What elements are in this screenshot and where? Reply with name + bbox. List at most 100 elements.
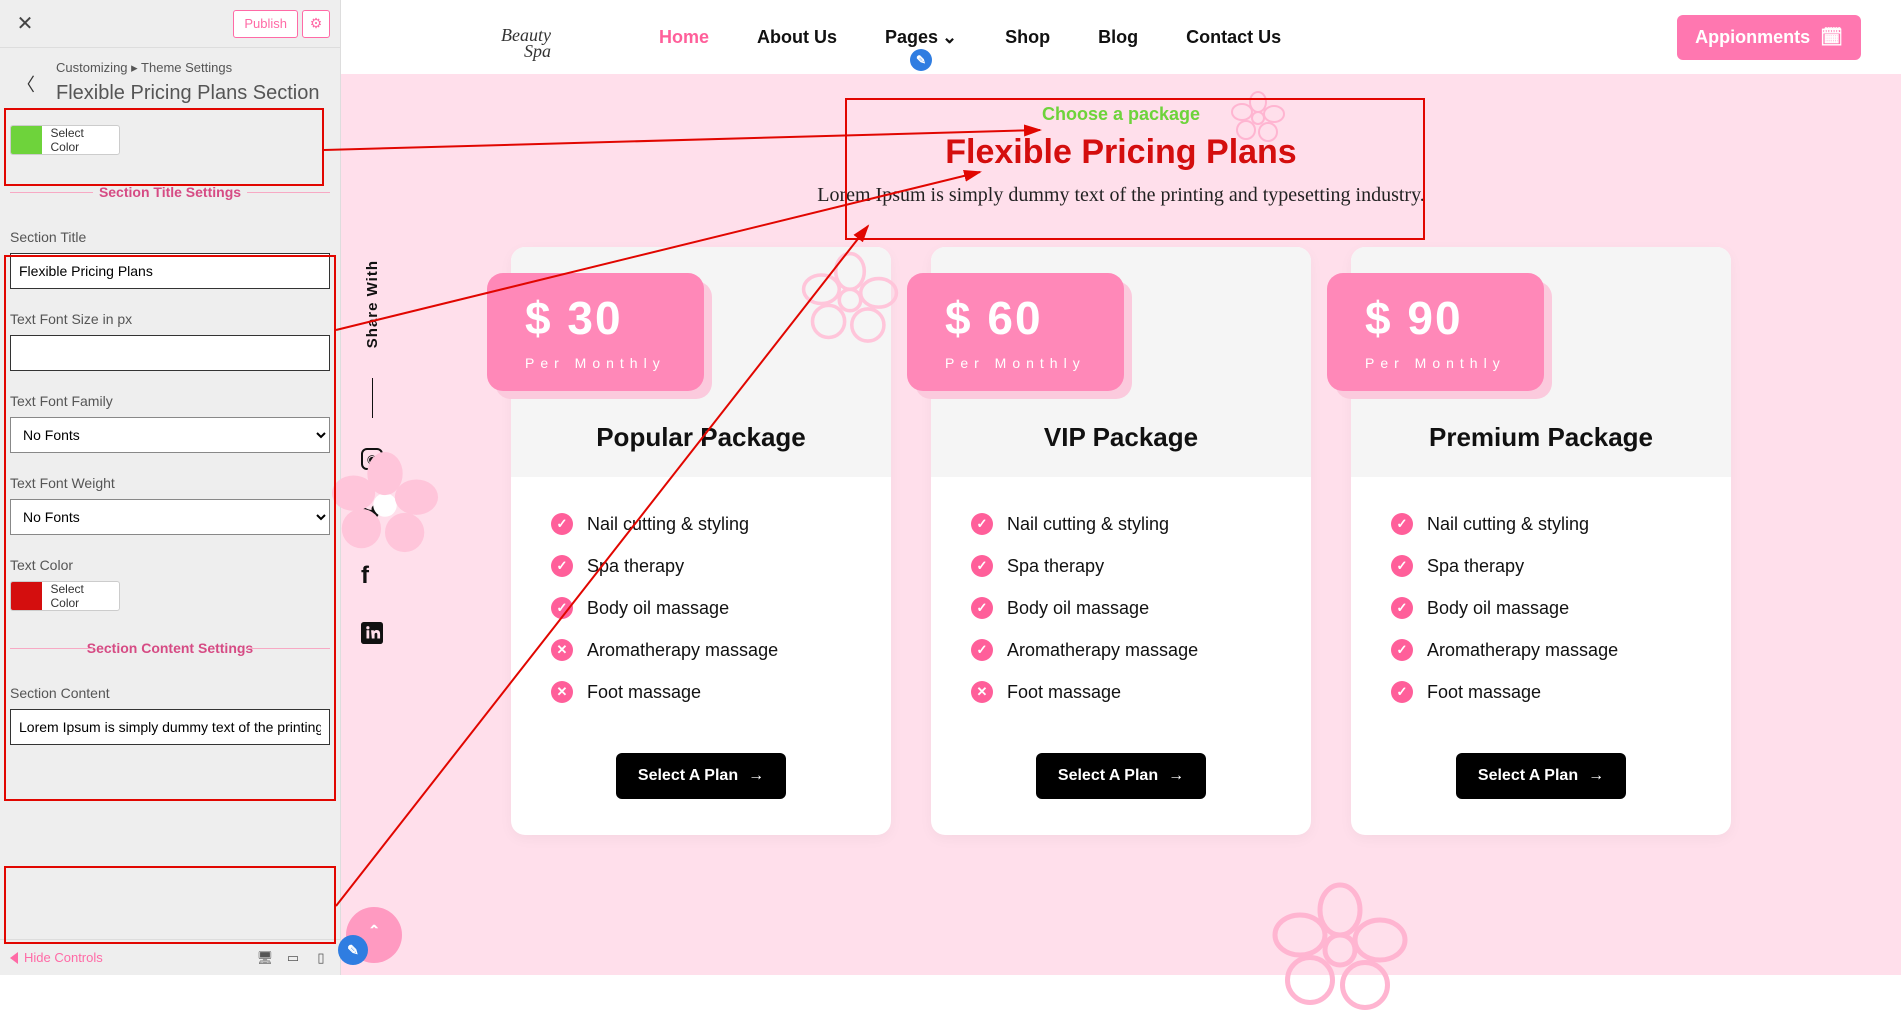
- subtitle-color-picker[interactable]: Select Color: [10, 125, 120, 155]
- cross-icon: ✕: [551, 681, 573, 703]
- share-label: Share With: [364, 260, 381, 348]
- nav-home[interactable]: Home: [659, 27, 709, 48]
- feature-item: ✓ Spa therapy: [1391, 555, 1691, 577]
- nav-shop[interactable]: Shop: [1005, 27, 1050, 48]
- nav-pages[interactable]: Pages ⌄ ✎: [885, 27, 957, 48]
- appointments-button[interactable]: Appionments 🗓: [1677, 15, 1861, 60]
- select-font-weight[interactable]: No Fonts: [10, 499, 330, 535]
- feature-text: Nail cutting & styling: [1007, 514, 1169, 535]
- feature-item: ✓ Body oil massage: [1391, 597, 1691, 619]
- hide-controls-button[interactable]: Hide Controls: [10, 950, 103, 965]
- check-icon: ✓: [971, 597, 993, 619]
- feature-text: Body oil massage: [1427, 598, 1569, 619]
- preview-frame: Beauty Spa Home About Us Pages ⌄ ✎ Shop …: [341, 0, 1901, 975]
- feature-text: Aromatherapy massage: [587, 640, 778, 661]
- feature-text: Aromatherapy massage: [1007, 640, 1198, 661]
- check-icon: ✓: [971, 639, 993, 661]
- price-amount: $ 60: [945, 291, 1086, 345]
- check-icon: ✓: [551, 555, 573, 577]
- nav-about[interactable]: About Us: [757, 27, 837, 48]
- facebook-icon[interactable]: f: [361, 562, 383, 590]
- feature-text: Foot massage: [587, 682, 701, 703]
- tablet-preview-icon[interactable]: ▭: [284, 949, 302, 967]
- select-plan-button[interactable]: Select A Plan →: [1456, 753, 1626, 799]
- price-period: Per Monthly: [1365, 355, 1506, 371]
- gear-icon[interactable]: ⚙: [302, 10, 330, 38]
- share-divider: [372, 378, 373, 418]
- nav-contact[interactable]: Contact Us: [1186, 27, 1281, 48]
- feature-item: ✕ Foot massage: [971, 681, 1271, 703]
- label-text-color: Text Color: [10, 557, 330, 573]
- select-color-label: Select Color: [42, 582, 119, 610]
- plan-name: VIP Package: [1044, 422, 1198, 453]
- section-content: Lorem Ipsum is simply dummy text of the …: [341, 184, 1901, 207]
- check-icon: ✓: [1391, 639, 1413, 661]
- feature-item: ✓ Body oil massage: [551, 597, 851, 619]
- price-amount: $ 30: [525, 291, 666, 345]
- divider-content-settings: Section Content Settings: [10, 633, 330, 663]
- label-font-size: Text Font Size in px: [10, 311, 330, 327]
- feature-item: ✓ Nail cutting & styling: [971, 513, 1271, 535]
- customizer-panel: ✕ Publish ⚙ 〈 Customizing ▸ Theme Settin…: [0, 0, 341, 975]
- linkedin-icon[interactable]: [361, 622, 383, 650]
- feature-list: ✓ Nail cutting & styling ✓ Spa therapy ✓…: [511, 477, 891, 753]
- price-tag: $ 30 Per Monthly: [487, 273, 704, 391]
- flower-decor-icon: [800, 250, 900, 350]
- feature-list: ✓ Nail cutting & styling ✓ Spa therapy ✓…: [931, 477, 1311, 753]
- feature-item: ✓ Spa therapy: [551, 555, 851, 577]
- title-color-picker[interactable]: Select Color: [10, 581, 120, 611]
- pricing-card: $ 60 Per Monthly VIP Package ✓ Nail cutt…: [931, 247, 1311, 835]
- flower-decor-icon: [1230, 90, 1286, 146]
- flower-decor-icon: [1270, 880, 1410, 1020]
- arrow-right-icon: →: [1588, 767, 1604, 785]
- check-icon: ✓: [1391, 513, 1413, 535]
- price-tag: $ 60 Per Monthly: [907, 273, 1124, 391]
- label-section-title: Section Title: [10, 229, 330, 245]
- check-icon: ✓: [1391, 597, 1413, 619]
- section-title: Flexible Pricing Plans: [341, 133, 1901, 172]
- site-nav: Beauty Spa Home About Us Pages ⌄ ✎ Shop …: [341, 0, 1901, 74]
- price-amount: $ 90: [1365, 291, 1506, 345]
- feature-text: Nail cutting & styling: [1427, 514, 1589, 535]
- edit-shortcut-icon[interactable]: ✎: [910, 49, 932, 71]
- feature-list: ✓ Nail cutting & styling ✓ Spa therapy ✓…: [1351, 477, 1731, 753]
- arrow-right-icon: →: [748, 767, 764, 785]
- arrow-left-icon: [10, 952, 18, 964]
- breadcrumb: Customizing ▸ Theme Settings: [0, 48, 340, 82]
- panel-title: Flexible Pricing Plans Section: [0, 82, 340, 119]
- feature-item: ✕ Aromatherapy massage: [551, 639, 851, 661]
- pricing-cards: $ 30 Per Monthly Popular Package ✓ Nail …: [341, 247, 1901, 835]
- feature-item: ✓ Body oil massage: [971, 597, 1271, 619]
- input-font-size[interactable]: [10, 335, 330, 371]
- mobile-preview-icon[interactable]: ▯: [312, 949, 330, 967]
- close-icon[interactable]: ✕: [10, 9, 40, 39]
- plan-name: Premium Package: [1429, 422, 1653, 453]
- section-subtitle: Choose a package: [341, 104, 1901, 125]
- input-section-title[interactable]: [10, 253, 330, 289]
- flower-decor-icon: [330, 450, 440, 560]
- select-font-family[interactable]: No Fonts: [10, 417, 330, 453]
- feature-item: ✕ Foot massage: [551, 681, 851, 703]
- select-plan-button[interactable]: Select A Plan →: [1036, 753, 1206, 799]
- cross-icon: ✕: [551, 639, 573, 661]
- desktop-preview-icon[interactable]: 🖥: [256, 949, 274, 967]
- card-header: $ 90 Per Monthly Premium Package: [1351, 247, 1731, 477]
- publish-button[interactable]: Publish: [233, 10, 298, 38]
- feature-item: ✓ Foot massage: [1391, 681, 1691, 703]
- edit-shortcut-icon[interactable]: ✎: [338, 935, 368, 965]
- pricing-card: $ 90 Per Monthly Premium Package ✓ Nail …: [1351, 247, 1731, 835]
- site-logo[interactable]: Beauty Spa: [501, 14, 551, 60]
- feature-item: ✓ Nail cutting & styling: [551, 513, 851, 535]
- feature-text: Body oil massage: [587, 598, 729, 619]
- feature-text: Spa therapy: [587, 556, 684, 577]
- check-icon: ✓: [551, 597, 573, 619]
- input-section-content[interactable]: [10, 709, 330, 745]
- chevron-down-icon: ⌄: [942, 27, 957, 48]
- divider-title-settings: Section Title Settings: [10, 177, 330, 207]
- select-plan-button[interactable]: Select A Plan →: [616, 753, 786, 799]
- check-icon: ✓: [1391, 681, 1413, 703]
- back-to-top-button[interactable]: ＾ ✎: [346, 907, 402, 963]
- nav-blog[interactable]: Blog: [1098, 27, 1138, 48]
- feature-text: Spa therapy: [1007, 556, 1104, 577]
- feature-text: Body oil massage: [1007, 598, 1149, 619]
